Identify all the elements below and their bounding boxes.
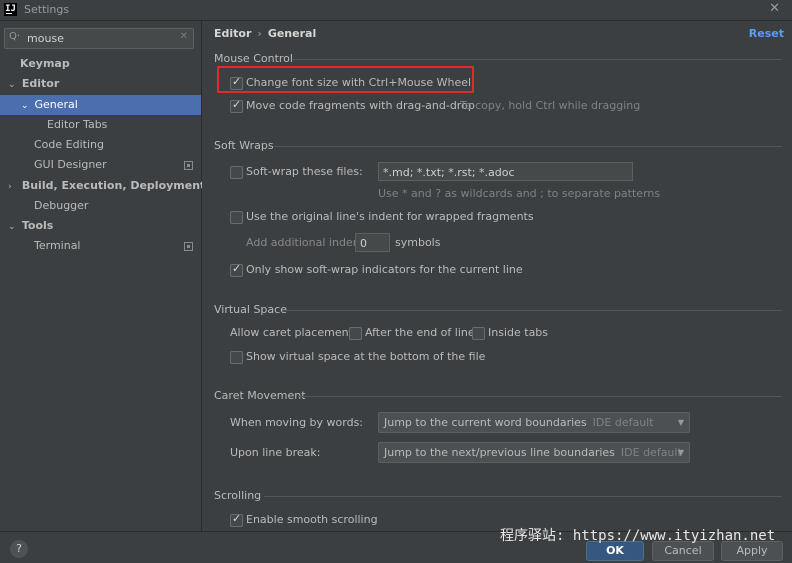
- project-level-icon: [184, 161, 193, 170]
- additional-indent-field[interactable]: 0: [355, 233, 390, 252]
- smooth-scrolling-checkbox[interactable]: [230, 512, 243, 527]
- select-default-hint: IDE default: [592, 416, 654, 429]
- section-title-caret-movement: Caret Movement: [214, 389, 306, 402]
- breadcrumb: Editor › General: [214, 27, 316, 40]
- chevron-down-icon: ▼: [677, 418, 684, 427]
- sidebar-item-tools[interactable]: ⌄ Tools: [0, 216, 201, 236]
- breadcrumb-separator: ›: [257, 27, 262, 40]
- original-indent-checkbox[interactable]: [230, 211, 243, 224]
- after-end-of-line-checkbox[interactable]: [349, 327, 362, 340]
- chevron-down-icon: ▼: [677, 448, 684, 457]
- select-value: Jump to the current word boundaries: [384, 416, 587, 429]
- soft-wrap-files-label[interactable]: Soft-wrap these files:: [246, 165, 363, 178]
- sidebar-item-label: Keymap: [20, 57, 70, 70]
- moving-by-words-select[interactable]: Jump to the current word boundaries IDE d…: [378, 412, 690, 433]
- sidebar-item-label: Code Editing: [34, 138, 104, 151]
- show-virtual-space-checkbox[interactable]: [230, 351, 243, 364]
- sidebar-item-label: Tools: [21, 219, 54, 232]
- section-title-virtual-space: Virtual Space: [214, 303, 287, 316]
- move-fragments-checkbox[interactable]: [230, 98, 243, 113]
- sidebar-item-label: Terminal: [34, 239, 81, 252]
- project-level-icon: [184, 242, 193, 251]
- soft-wrap-files-field[interactable]: *.md; *.txt; *.rst; *.adoc: [378, 162, 633, 181]
- soft-wrap-files-hint: Use * and ? as wildcards and ; to separa…: [378, 187, 661, 200]
- section-title-scrolling: Scrolling: [214, 489, 262, 502]
- separator: [298, 396, 782, 397]
- clear-search-icon[interactable]: ✕: [180, 31, 188, 42]
- settings-sidebar: Q· mouse ✕ Keymap ⌄ Editor ⌄ General Edi…: [0, 21, 205, 531]
- allow-caret-label: Allow caret placement:: [230, 326, 357, 339]
- chevron-down-icon[interactable]: ⌄: [21, 96, 31, 116]
- only-show-indicators-checkbox[interactable]: [230, 262, 243, 277]
- breadcrumb-editor: Editor: [214, 27, 252, 40]
- help-button[interactable]: ?: [10, 540, 28, 558]
- show-virtual-space-label[interactable]: Show virtual space at the bottom of the …: [246, 350, 485, 363]
- upon-line-break-select[interactable]: Jump to the next/previous line boundarie…: [378, 442, 690, 463]
- sidebar-item-gui-designer[interactable]: GUI Designer: [0, 155, 201, 175]
- separator: [274, 146, 782, 147]
- sidebar-item-debugger[interactable]: Debugger: [0, 196, 201, 216]
- soft-wrap-files-checkbox[interactable]: [230, 166, 243, 179]
- search-input[interactable]: Q· mouse ✕: [4, 28, 194, 49]
- sidebar-item-editor[interactable]: ⌄ Editor: [0, 74, 201, 94]
- sidebar-item-label: Build, Execution, Deployment: [21, 179, 206, 192]
- sidebar-item-code-editing[interactable]: Code Editing: [0, 135, 201, 155]
- search-value: mouse: [27, 32, 64, 45]
- intellij-app-icon: IJ: [4, 3, 17, 16]
- sidebar-item-label: Editor: [21, 77, 60, 90]
- separator: [264, 496, 782, 497]
- sidebar-item-label: GUI Designer: [34, 158, 107, 171]
- highlight-box: [217, 66, 474, 93]
- moving-by-words-label: When moving by words:: [230, 416, 364, 429]
- chevron-down-icon[interactable]: ⌄: [8, 217, 18, 237]
- select-value: Jump to the next/previous line boundarie…: [384, 446, 615, 459]
- sidebar-item-general[interactable]: ⌄ General: [0, 95, 201, 115]
- separator: [292, 59, 782, 60]
- separator: [282, 310, 782, 311]
- section-title-soft-wraps: Soft Wraps: [214, 139, 274, 152]
- window-title: Settings: [24, 3, 70, 16]
- upon-line-break-label: Upon line break:: [230, 446, 321, 459]
- original-indent-label[interactable]: Use the original line's indent for wrapp…: [246, 210, 534, 223]
- chevron-down-icon[interactable]: ⌄: [8, 75, 18, 95]
- smooth-scrolling-label[interactable]: Enable smooth scrolling: [246, 513, 378, 526]
- additional-indent-label: Add additional indent:: [246, 236, 368, 249]
- symbols-label: symbols: [395, 236, 441, 249]
- close-icon[interactable]: ✕: [769, 1, 780, 16]
- title-bar: IJ Settings ✕: [0, 0, 792, 21]
- only-show-indicators-label[interactable]: Only show soft-wrap indicators for the c…: [246, 263, 523, 276]
- move-fragments-hint: To copy, hold Ctrl while dragging: [460, 99, 641, 112]
- sidebar-item-keymap[interactable]: Keymap: [0, 54, 201, 74]
- inside-tabs-checkbox[interactable]: [472, 327, 485, 340]
- search-icon: Q·: [9, 31, 21, 42]
- settings-content: Editor›General Reset Mouse Control Chang…: [202, 21, 792, 531]
- chevron-right-icon[interactable]: ›: [8, 177, 18, 197]
- select-default-hint: IDE default: [620, 446, 682, 459]
- sidebar-item-label: Debugger: [34, 199, 89, 212]
- after-end-of-line-label[interactable]: After the end of line: [365, 326, 475, 339]
- sidebar-item-label: Editor Tabs: [47, 118, 108, 131]
- sidebar-item-label: General: [34, 98, 78, 111]
- breadcrumb-general: General: [267, 27, 317, 40]
- sidebar-item-build-execution-deployment[interactable]: › Build, Execution, Deployment: [0, 176, 205, 197]
- watermark-text: 程序驿站: https://www.ityizhan.net: [500, 528, 776, 544]
- inside-tabs-label[interactable]: Inside tabs: [488, 326, 548, 339]
- section-title-mouse-control: Mouse Control: [214, 52, 293, 65]
- reset-link[interactable]: Reset: [749, 27, 784, 40]
- sidebar-item-editor-tabs[interactable]: Editor Tabs: [0, 115, 201, 135]
- move-fragments-label[interactable]: Move code fragments with drag-and-drop: [246, 99, 475, 112]
- sidebar-item-terminal[interactable]: Terminal: [0, 236, 201, 256]
